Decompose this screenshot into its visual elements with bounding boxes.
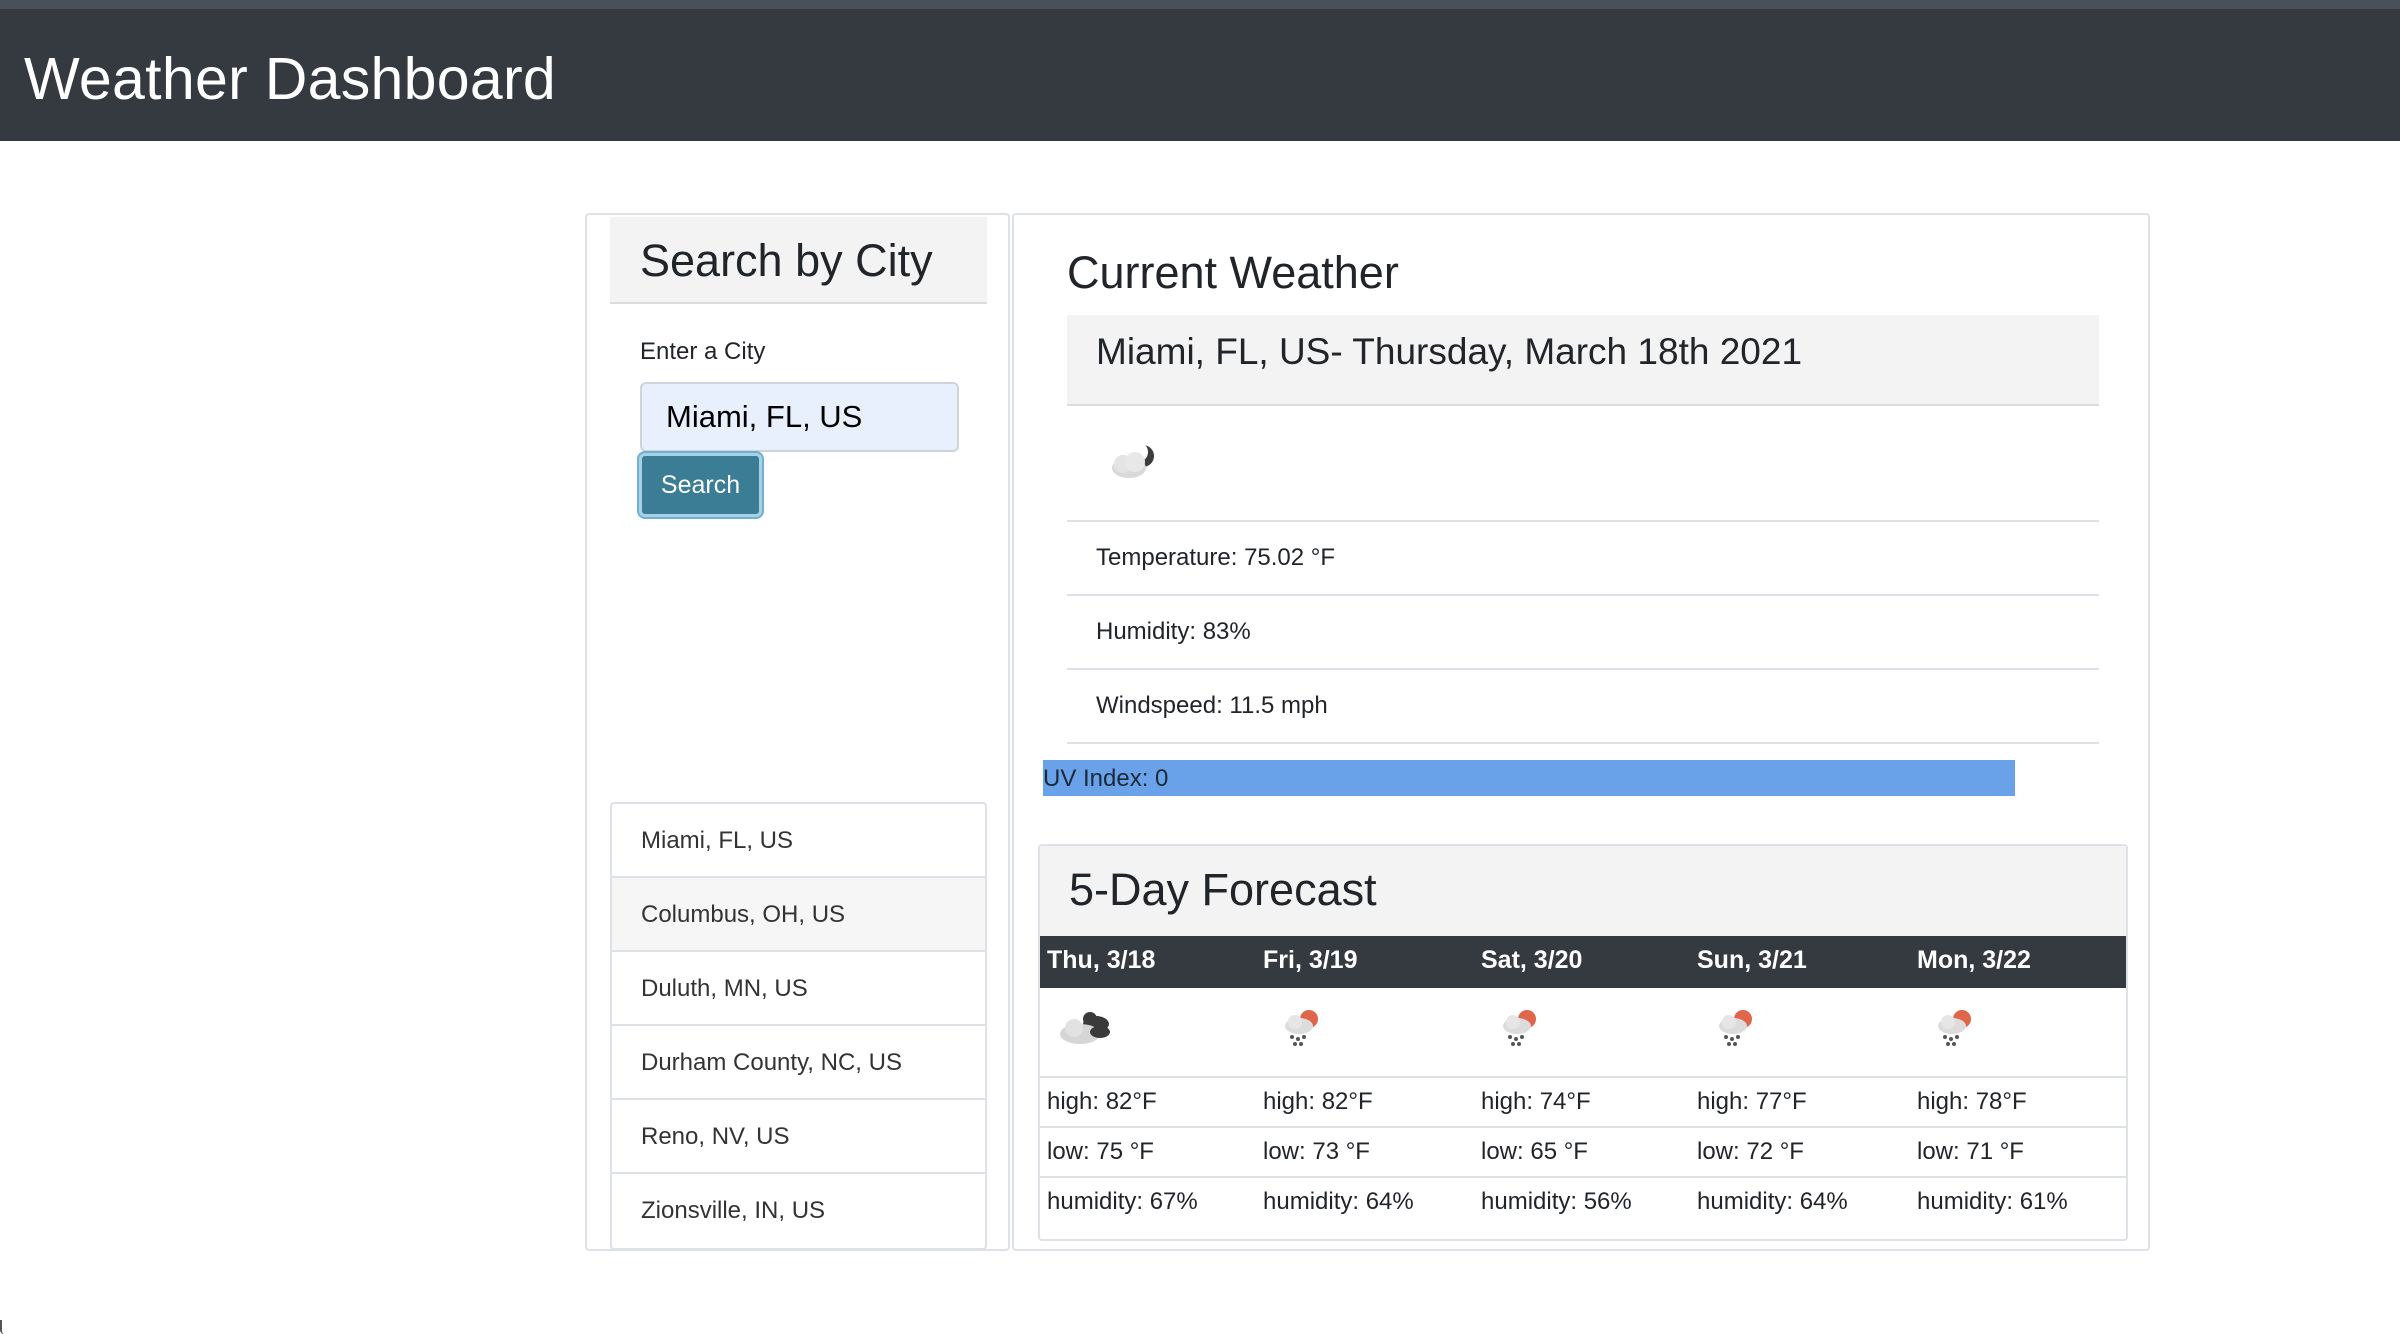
forecast-day-row: Thu, 3/18 Fri, 3/19 Sat, 3/20 Sun, 3/21 … [1040, 936, 2126, 988]
current-location-date: Miami, FL, US- Thursday, March 18th 2021 [1096, 331, 1803, 372]
broken-clouds-icon [1060, 1012, 1110, 1044]
forecast-high-1: high: 82°F [1047, 1088, 1157, 1115]
current-humidity: Humidity: 83% [1096, 618, 1251, 645]
current-weather-title: Current Weather [1067, 247, 1399, 298]
forecast-humidity-5: humidity: 61% [1917, 1188, 2068, 1215]
current-weather-card: Miami, FL, US- Thursday, March 18th 2021… [1067, 315, 2099, 811]
city-search-input[interactable] [640, 382, 959, 452]
search-history-list: Miami, FL, US Columbus, OH, US Duluth, M… [610, 802, 987, 1250]
history-item-duluth[interactable]: Duluth, MN, US [612, 952, 985, 1026]
forecast-humidity-1: humidity: 67% [1047, 1188, 1198, 1215]
forecast-low-1: low: 75 °F [1047, 1138, 1154, 1165]
forecast-icon-row [1040, 988, 2126, 1078]
rain-icon-5 [1938, 1010, 1971, 1046]
page-title: Weather Dashboard [24, 46, 557, 112]
forecast-low-row: low: 75 °F low: 73 °F low: 65 °F low: 72… [1040, 1128, 2126, 1178]
forecast-low-5: low: 71 °F [1917, 1138, 2024, 1165]
forecast-day-1: Thu, 3/18 [1047, 946, 1156, 974]
forecast-humidity-4: humidity: 64% [1697, 1188, 1848, 1215]
forecast-high-row: high: 82°F high: 82°F high: 74°F high: 7… [1040, 1078, 2126, 1128]
city-input-label: Enter a City [640, 338, 766, 365]
history-item-columbus[interactable]: Columbus, OH, US [612, 878, 985, 952]
history-item-reno[interactable]: Reno, NV, US [612, 1100, 985, 1174]
uv-index-bar: UV Index: 0 [1043, 760, 2015, 796]
forecast-humidity-3: humidity: 56% [1481, 1188, 1632, 1215]
rain-icon-2 [1285, 1010, 1318, 1046]
current-temperature-row: Temperature: 75.02 °F [1067, 522, 2099, 596]
forecast-high-2: high: 82°F [1263, 1088, 1373, 1115]
window-corner-decoration [0, 1320, 6, 1334]
forecast-day-5: Mon, 3/22 [1917, 946, 2031, 974]
forecast-day-3: Sat, 3/20 [1481, 946, 1583, 974]
current-icon-row [1067, 406, 2099, 522]
search-button[interactable]: Search [639, 453, 762, 517]
forecast-low-4: low: 72 °F [1697, 1138, 1804, 1165]
current-windspeed: Windspeed: 11.5 mph [1096, 692, 1328, 719]
forecast-day-2: Fri, 3/19 [1263, 946, 1358, 974]
rain-icon-4 [1719, 1010, 1752, 1046]
forecast-high-4: high: 77°F [1697, 1088, 1807, 1115]
top-navbar: Weather Dashboard [0, 0, 2400, 141]
history-item-durham-county[interactable]: Durham County, NC, US [612, 1026, 985, 1100]
rain-icon-3 [1503, 1010, 1536, 1046]
history-item-zionsville[interactable]: Zionsville, IN, US [612, 1174, 985, 1248]
search-panel-header: Search by City [610, 217, 987, 304]
forecast-humidity-2: humidity: 64% [1263, 1188, 1414, 1215]
search-panel-title: Search by City [640, 235, 933, 286]
current-temperature: Temperature: 75.02 °F [1096, 544, 1336, 571]
search-panel: Search by City Enter a City Search Miami… [585, 213, 1010, 1251]
forecast-high-5: high: 78°F [1917, 1088, 2027, 1115]
forecast-low-2: low: 73 °F [1263, 1138, 1370, 1165]
forecast-day-4: Sun, 3/21 [1697, 946, 1807, 974]
history-item-miami[interactable]: Miami, FL, US [612, 804, 985, 878]
forecast-title: 5-Day Forecast [1069, 864, 1377, 915]
forecast-low-3: low: 65 °F [1481, 1138, 1588, 1165]
uv-index-text: UV Index: 0 [1043, 765, 1169, 792]
forecast-humidity-row: humidity: 67% humidity: 64% humidity: 56… [1040, 1178, 2126, 1228]
forecast-panel: 5-Day Forecast Thu, 3/18 Fri, 3/19 Sat, … [1038, 844, 2128, 1241]
current-windspeed-row: Windspeed: 11.5 mph [1067, 670, 2099, 744]
current-humidity-row: Humidity: 83% [1067, 596, 2099, 670]
current-weather-panel: Current Weather Miami, FL, US- Thursday,… [1012, 213, 2150, 1251]
forecast-header: 5-Day Forecast [1040, 846, 2126, 936]
partly-cloudy-night-icon [1112, 442, 1154, 478]
forecast-high-3: high: 74°F [1481, 1088, 1591, 1115]
current-location-header: Miami, FL, US- Thursday, March 18th 2021 [1067, 315, 2099, 406]
